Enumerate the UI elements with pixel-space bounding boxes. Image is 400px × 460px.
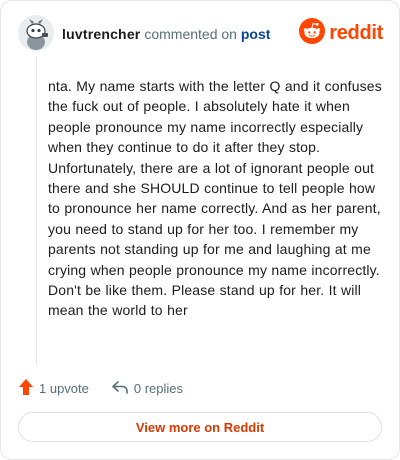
reddit-logo-icon [299, 17, 326, 49]
commented-on-text: commented on [144, 26, 237, 42]
upvote-arrow-icon [18, 378, 34, 399]
comment-byline: luvtrencher commented on post [62, 26, 270, 42]
upvote-button[interactable]: 1 upvote [18, 378, 89, 399]
username-link[interactable]: luvtrencher [62, 26, 140, 42]
comment-body: nta. My name starts with the letter Q an… [48, 78, 382, 319]
reddit-wordmark: reddit [329, 21, 383, 44]
upvote-count: 1 upvote [39, 380, 89, 396]
thread-line [36, 57, 37, 365]
post-link[interactable]: post [241, 26, 271, 42]
reddit-brand[interactable]: reddit [299, 17, 383, 49]
snoo-avatar-icon[interactable] [18, 15, 54, 51]
reply-button[interactable]: 0 replies [111, 379, 183, 398]
view-more-on-reddit-button[interactable]: View more on Reddit [18, 412, 382, 442]
reddit-comment-embed: luvtrencher commented on post reddit nta… [0, 0, 400, 460]
reply-count: 0 replies [133, 380, 184, 396]
reply-arrow-icon [111, 379, 129, 398]
comment-actions: 1 upvote 0 replies [18, 377, 183, 399]
comment-header: luvtrencher commented on post reddit [18, 15, 383, 53]
